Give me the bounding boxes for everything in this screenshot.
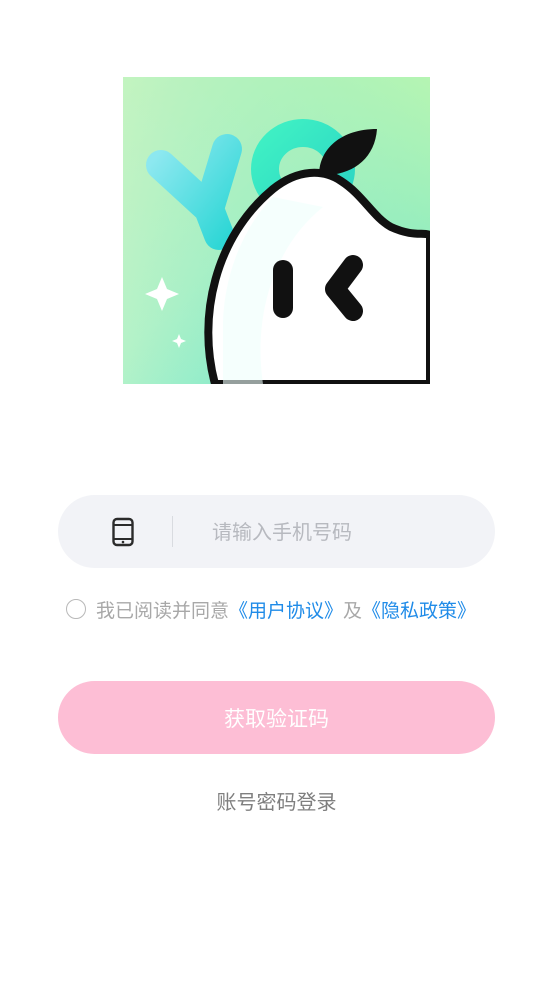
get-verification-code-button[interactable]: 获取验证码 [58,681,495,754]
phone-number-field[interactable] [58,495,495,568]
mobile-phone-icon [110,517,136,547]
agreement-checkbox[interactable] [66,599,86,619]
user-agreement-link[interactable]: 《用户协议》 [229,596,343,623]
agreement-conjunction: 及 [343,599,363,622]
phone-input[interactable] [212,495,472,568]
privacy-policy-link[interactable]: 《隐私政策》 [362,596,476,623]
agreement-prefix: 我已阅读并同意 [96,599,230,622]
field-divider [172,516,173,547]
agreement-row: 我已阅读并同意 《用户协议》 及 《隐私政策》 [66,596,476,622]
app-logo [123,77,430,384]
pear-mascot-icon [123,77,430,384]
password-login-link[interactable]: 账号密码登录 [0,786,553,815]
